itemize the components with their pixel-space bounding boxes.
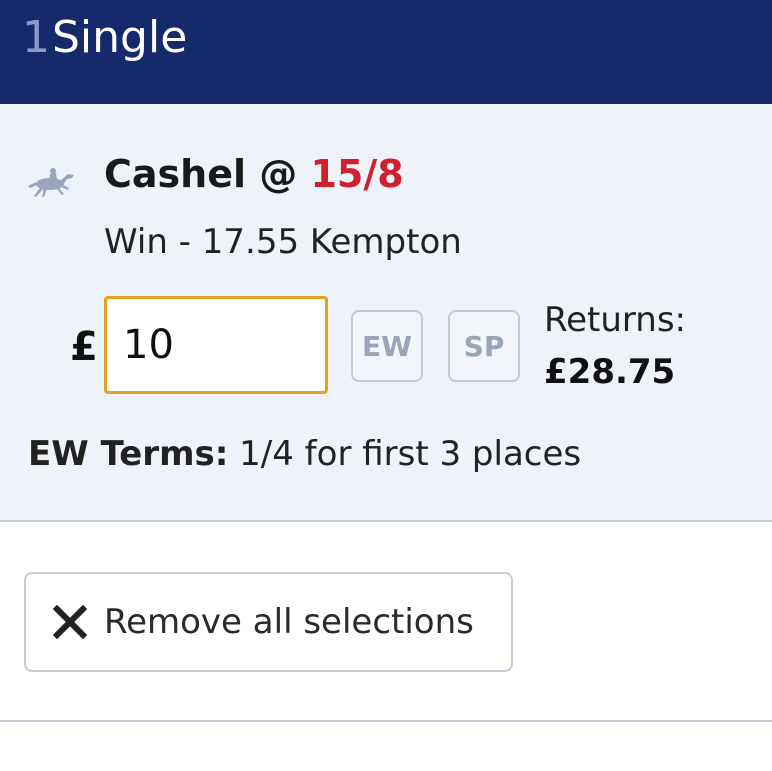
returns-value: £28.75: [544, 352, 676, 392]
close-icon: [52, 604, 88, 640]
at-symbol: @: [259, 152, 298, 196]
returns-label: Returns:: [544, 300, 686, 340]
market-description: Win - 17.55 Kempton: [104, 222, 462, 262]
bet-selection-panel: Cashel @ 15/8 Win - 17.55 Kempton £ EW S…: [0, 104, 772, 522]
stake-input[interactable]: [104, 296, 328, 394]
horse-racing-icon: [28, 168, 74, 197]
betslip-header: 1 Single: [0, 0, 772, 104]
betslip-actions: Remove all selections: [0, 522, 772, 722]
currency-symbol: £: [70, 324, 98, 370]
bet-type-title: Single: [52, 12, 188, 63]
remove-all-selections-label: Remove all selections: [104, 602, 474, 642]
ew-terms-label: EW Terms:: [28, 434, 229, 474]
selection-title: Cashel @ 15/8: [104, 152, 404, 196]
starting-price-toggle[interactable]: SP: [448, 310, 520, 382]
ew-terms-value: 1/4 for first 3 places: [239, 434, 582, 474]
remove-all-selections-button[interactable]: Remove all selections: [24, 572, 513, 672]
selection-odds: 15/8: [310, 152, 404, 196]
selection-name: Cashel: [104, 152, 246, 196]
selection-count: 1: [22, 12, 50, 63]
each-way-toggle[interactable]: EW: [351, 310, 423, 382]
each-way-terms: EW Terms: 1/4 for first 3 places: [28, 434, 581, 474]
